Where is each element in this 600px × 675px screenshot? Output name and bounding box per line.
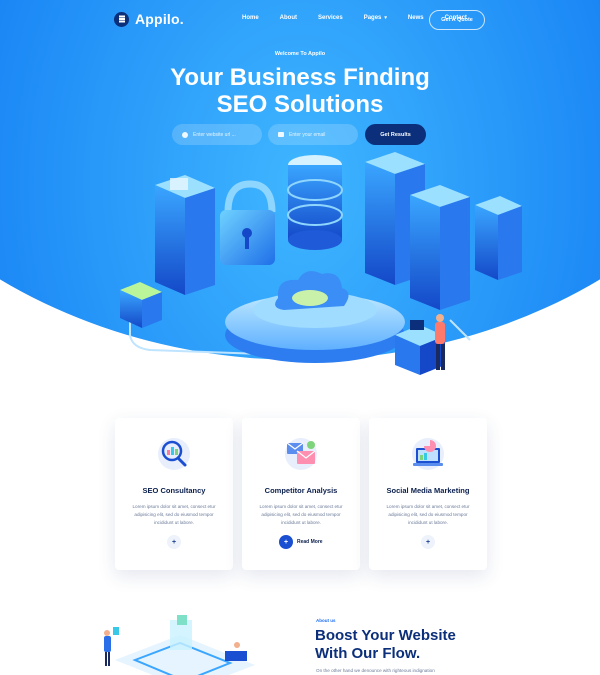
cloud-platform [225,271,405,363]
plus-icon: + [171,538,177,546]
email-field[interactable] [268,124,358,145]
get-results-button[interactable]: Get Results [365,124,426,145]
about-tag: About us [316,618,336,623]
social-laptop-icon [412,438,444,470]
seo-form: Get Results [172,124,426,145]
service-description: Lorem ipsum dolor sit amet, consect etur… [259,504,343,526]
service-description: Lorem ipsum dolor sit amet, consect etur… [386,504,470,526]
top-navigation: Appilo. Home About Services Pages ▾ News … [0,0,600,38]
nav-item-home[interactable]: Home [242,15,259,21]
service-title: Social Media Marketing [386,486,470,495]
left-server-tower [155,175,215,295]
hero-eyebrow: Welcome To Appilo [274,51,326,57]
nav-item-services[interactable]: Services [318,15,343,21]
globe-icon [182,131,188,138]
brand-name: Appilo. [135,11,184,27]
about-title-line2: With Our Flow. [315,645,421,662]
plus-icon: + [279,535,293,549]
lock-icon [220,180,276,265]
small-server-box [120,282,162,328]
mail-analysis-icon [285,438,317,470]
plus-button[interactable]: + [167,535,181,549]
menu-icon [114,11,129,27]
workflow-illustration [104,615,255,675]
nav-item-pages[interactable]: Pages ▾ [364,15,387,21]
read-more-label: Read More [297,539,323,545]
about-text: On the other hand we denounce with right… [316,668,435,673]
email-input[interactable] [289,131,351,138]
service-card-competitor: Competitor Analysis Lorem ipsum dolor si… [242,418,360,570]
nav-item-news[interactable]: News [408,15,424,21]
server-network-illustration [120,152,522,375]
about-title: Boost Your Website With Our Flow. [315,627,456,663]
service-card-seo: SEO Consultancy Lorem ipsum dolor sit am… [115,418,233,570]
read-more-button[interactable]: + Read More [279,535,323,549]
right-server-tower [365,152,522,310]
service-title: Competitor Analysis [264,486,338,495]
service-description: Lorem ipsum dolor sit amet, consect etur… [132,504,216,526]
plus-icon: + [425,538,431,546]
brand-logo[interactable]: Appilo. [114,11,184,27]
mail-icon [278,132,284,137]
database-icon [287,155,343,250]
seo-magnifier-icon [158,438,190,470]
website-url-input[interactable] [193,131,255,138]
hero-section: Appilo. Home About Services Pages ▾ News … [0,0,600,390]
hero-title: Your Business Finding SEO Solutions [0,64,600,118]
website-url-field[interactable] [172,124,262,145]
get-a-quote-button[interactable]: Get A Quote [429,10,485,30]
nav-item-about[interactable]: About [280,15,297,21]
hero-title-line1: Your Business Finding [170,64,430,91]
nav-item-pages-label: Pages [363,15,382,21]
chevron-down-icon: ▾ [384,15,387,21]
service-card-social: Social Media Marketing Lorem ipsum dolor… [369,418,487,570]
hero-title-line2: SEO Solutions [216,91,384,118]
plus-button[interactable]: + [421,535,435,549]
about-title-line1: Boost Your Website [315,627,456,644]
services-section: SEO Consultancy Lorem ipsum dolor sit am… [115,418,487,570]
service-title: SEO Consultancy [142,486,206,495]
